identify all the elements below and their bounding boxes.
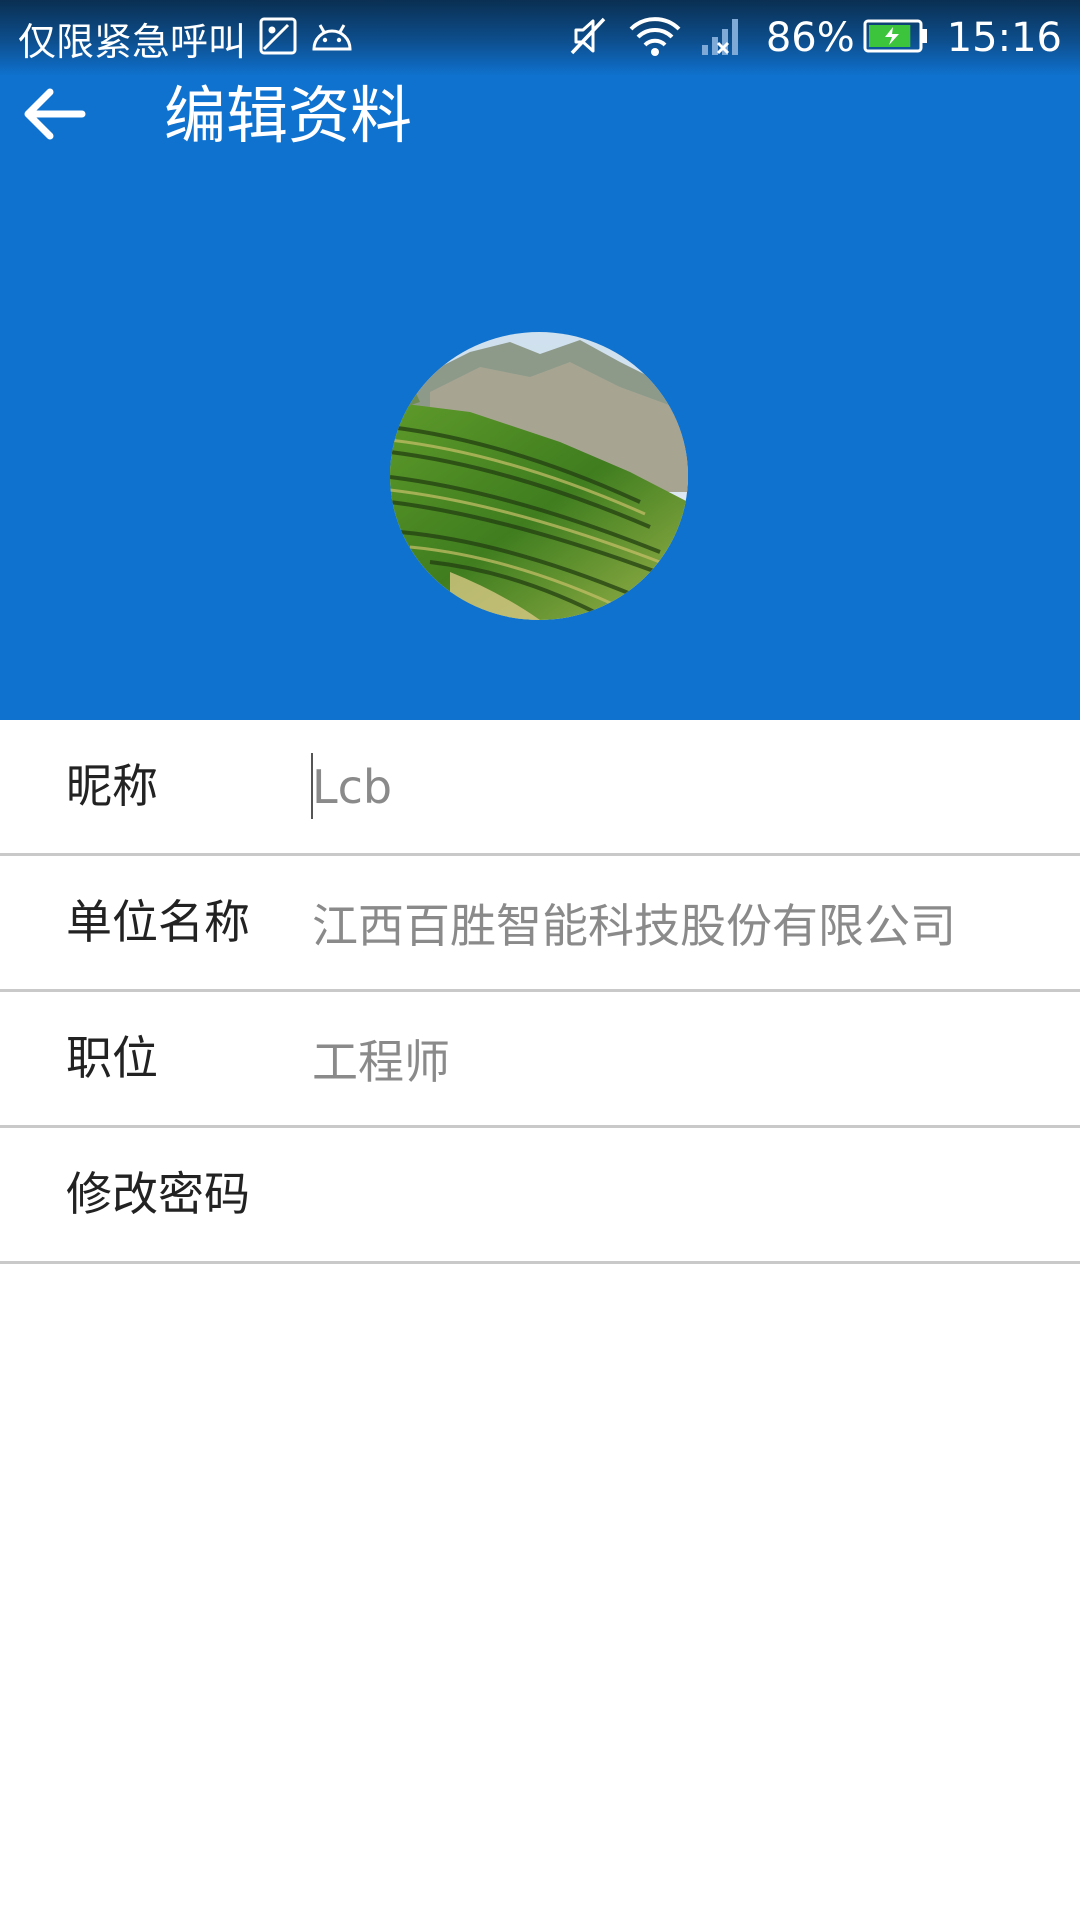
gallery-icon bbox=[258, 16, 298, 60]
toolbar: 编辑资料 bbox=[0, 76, 1080, 156]
avatar[interactable] bbox=[390, 332, 688, 620]
company-label: 单位名称 bbox=[66, 895, 250, 949]
status-left: 仅限紧急呼叫 bbox=[18, 12, 354, 64]
page-title: 编辑资料 bbox=[164, 79, 413, 152]
status-bar: 仅限紧急呼叫 86% 15:16 bbox=[0, 0, 1080, 76]
battery-icon bbox=[863, 18, 929, 58]
profile-form: 昵称 单位名称 职位 修改密码 bbox=[0, 720, 1080, 1264]
company-input[interactable] bbox=[312, 886, 1052, 960]
battery-percent: 86% bbox=[765, 15, 855, 61]
change-password-row[interactable]: 修改密码 bbox=[0, 1128, 1080, 1264]
position-input[interactable] bbox=[312, 1022, 1052, 1096]
arrow-left-icon bbox=[20, 84, 88, 148]
avatar-image bbox=[390, 332, 688, 620]
company-row: 单位名称 bbox=[0, 856, 1080, 992]
android-icon bbox=[310, 19, 354, 57]
profile-header: 仅限紧急呼叫 86% 15:16 编辑资料 bbox=[0, 0, 1080, 720]
mute-icon bbox=[568, 15, 610, 61]
nickname-row: 昵称 bbox=[0, 720, 1080, 856]
position-label: 职位 bbox=[66, 1031, 158, 1085]
change-password-label: 修改密码 bbox=[66, 1167, 250, 1221]
edit-profile-screen: 仅限紧急呼叫 86% 15:16 编辑资料 昵称 Lcb 单位名称 江西百胜智能… bbox=[0, 0, 1080, 1920]
clock: 15:16 bbox=[946, 15, 1062, 61]
wifi-icon bbox=[628, 15, 682, 61]
back-button[interactable] bbox=[6, 76, 102, 156]
signal-icon bbox=[700, 15, 744, 61]
text-cursor bbox=[311, 753, 313, 819]
carrier-text: 仅限紧急呼叫 bbox=[18, 19, 247, 64]
nickname-label: 昵称 bbox=[66, 759, 158, 813]
position-row: 职位 bbox=[0, 992, 1080, 1128]
status-right: 86% 15:16 bbox=[550, 12, 1062, 64]
nickname-input[interactable] bbox=[312, 750, 1052, 824]
